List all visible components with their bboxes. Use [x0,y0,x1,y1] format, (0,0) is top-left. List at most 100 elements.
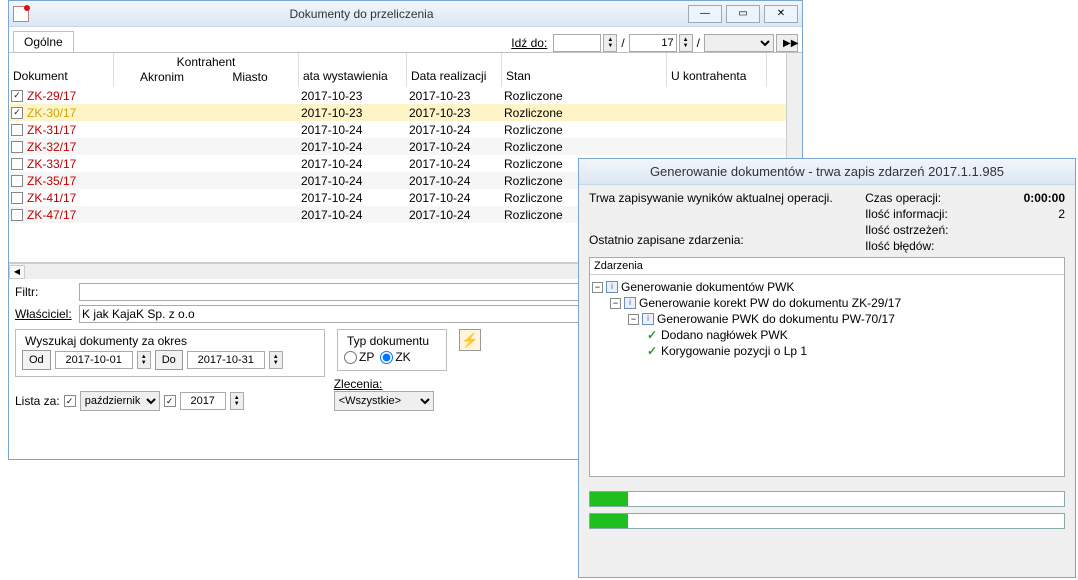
lista-month-checkbox[interactable]: ✓ [64,395,76,407]
zlecenia-select[interactable]: <Wszystkie> [334,391,434,411]
generation-title: Generowanie dokumentów - trwa zapis zdar… [650,164,1004,179]
goto-month-spin[interactable]: ▲▼ [679,34,693,52]
cell-data-wyst: 2017-10-24 [299,174,407,188]
col-miasto[interactable]: Miasto [206,69,294,85]
cell-data-wyst: 2017-10-23 [299,89,407,103]
col-data-wystawienia[interactable]: ata wystawienia [299,53,407,87]
lista-year-input[interactable] [180,392,226,410]
col-u-kontrahenta[interactable]: U kontrahenta [667,53,767,87]
do-button[interactable]: Do [155,350,183,370]
cell-data-real: 2017-10-24 [407,174,502,188]
events-column-header[interactable]: Zdarzenia [590,258,1064,275]
owner-label: Właściciel: [15,307,75,321]
hscroll-left-arrow[interactable]: ◀ [9,265,25,279]
generation-window: Generowanie dokumentów - trwa zapis zdar… [578,158,1076,578]
lista-year-checkbox[interactable]: ✓ [164,395,176,407]
tree-toggle-icon[interactable]: − [592,282,603,293]
cell-data-real: 2017-10-24 [407,208,502,222]
cell-dokument: ZK-41/17 [9,191,114,205]
radio-zk-input[interactable] [380,351,393,364]
doc-number: ZK-32/17 [27,140,76,154]
cell-data-real: 2017-10-23 [407,106,502,120]
lista-month-select[interactable]: październik [80,391,160,411]
col-kontrahent[interactable]: Kontrahent Akronim Miasto [114,53,299,87]
radio-zk-label: ZK [395,350,410,364]
do-date-spin[interactable]: ▲▼ [269,351,283,369]
row-checkbox[interactable]: ✓ [11,107,23,119]
od-button[interactable]: Od [22,350,51,370]
app-icon [13,6,29,22]
cell-data-real: 2017-10-23 [407,89,502,103]
goto-month-input[interactable] [629,34,677,52]
row-checkbox[interactable] [11,175,23,187]
row-checkbox[interactable]: ✓ [11,90,23,102]
doc-type-legend: Typ dokumentu [344,334,432,348]
row-checkbox[interactable] [11,124,23,136]
col-kontrahent-label: Kontrahent [118,55,294,69]
cell-dokument: ZK-31/17 [9,123,114,137]
table-row[interactable]: ✓ZK-30/172017-10-232017-10-23Rozliczone [9,104,802,121]
czas-value: 0:00:00 [1024,191,1065,207]
table-row[interactable]: ZK-31/172017-10-242017-10-24Rozliczone [9,121,802,138]
tree-node[interactable]: − i Generowanie korekt PW do dokumentu Z… [610,295,1062,311]
row-checkbox[interactable] [11,192,23,204]
tree-node[interactable]: − i Generowanie PWK do dokumentu PW-70/1… [628,311,1062,327]
cell-dokument: ZK-32/17 [9,140,114,154]
goto-section: Idź do: ▲▼ / ▲▼ / ▶▶ [511,34,798,52]
table-row[interactable]: ZK-32/172017-10-242017-10-24Rozliczone [9,138,802,155]
od-date-spin[interactable]: ▲▼ [137,351,151,369]
check-icon: ✓ [646,328,658,342]
doc-number: ZK-41/17 [27,191,76,205]
warn-label: Ilość ostrzeżeń: [865,223,948,239]
close-button[interactable]: ✕ [764,5,798,23]
goto-apply-button[interactable]: ▶▶ [776,34,798,52]
od-date-input[interactable] [55,351,133,369]
row-checkbox[interactable] [11,141,23,153]
tree-toggle-icon[interactable]: − [610,298,621,309]
maximize-button[interactable]: ▭ [726,5,760,23]
radio-zp[interactable]: ZP [344,350,374,364]
cell-stan: Rozliczone [502,106,667,120]
tree-toggle-icon[interactable]: − [628,314,639,325]
table-row[interactable]: ✓ZK-29/172017-10-232017-10-23Rozliczone [9,87,802,104]
col-akronim[interactable]: Akronim [118,69,206,85]
tab-general[interactable]: Ogólne [13,31,74,52]
lista-year-spin[interactable]: ▲▼ [230,392,244,410]
radio-zp-input[interactable] [344,351,357,364]
cell-dokument: ZK-35/17 [9,174,114,188]
cell-data-real: 2017-10-24 [407,123,502,137]
cell-stan: Rozliczone [502,89,667,103]
col-data-realizacji[interactable]: Data realizacji [407,53,502,87]
period-legend: Wyszukaj dokumenty za okres [22,334,190,348]
check-icon: ✓ [646,344,658,358]
goto-day-spin[interactable]: ▲▼ [603,34,617,52]
radio-zk[interactable]: ZK [380,350,410,364]
period-fieldset: Wyszukaj dokumenty za okres Od ▲▼ Do ▲▼ [15,329,325,377]
cell-data-wyst: 2017-10-23 [299,106,407,120]
tree-node-label: Dodano nagłówek PWK [661,328,788,342]
row-checkbox[interactable] [11,209,23,221]
col-stan[interactable]: Stan [502,53,667,87]
window-titlebar: Dokumenty do przeliczenia — ▭ ✕ [9,1,802,27]
tree-node-label: Generowanie PWK do dokumentu PW-70/17 [657,312,895,326]
goto-label: Idź do: [511,36,547,50]
col-dokument[interactable]: Dokument [9,53,114,87]
row-checkbox[interactable] [11,158,23,170]
goto-day-input[interactable] [553,34,601,52]
do-date-input[interactable] [187,351,265,369]
tree-node[interactable]: ✓ Korygowanie pozycji o Lp 1 [646,343,1062,359]
err-label: Ilość błędów: [865,239,934,255]
doc-type-fieldset: Typ dokumentu ZP ZK [337,329,447,371]
info-value: 2 [1058,207,1065,223]
progress-bar-1 [589,491,1065,507]
cell-data-wyst: 2017-10-24 [299,191,407,205]
doc-icon: i [606,281,618,293]
tree-node[interactable]: − i Generowanie dokumentów PWK [592,279,1062,295]
tree-node[interactable]: ✓ Dodano nagłówek PWK [646,327,1062,343]
run-button[interactable]: ⚡ [459,329,481,351]
doc-icon: i [642,313,654,325]
minimize-button[interactable]: — [688,5,722,23]
events-tree: − i Generowanie dokumentów PWK − i Gener… [590,275,1064,363]
goto-year-select[interactable] [704,34,774,52]
cell-stan: Rozliczone [502,123,667,137]
